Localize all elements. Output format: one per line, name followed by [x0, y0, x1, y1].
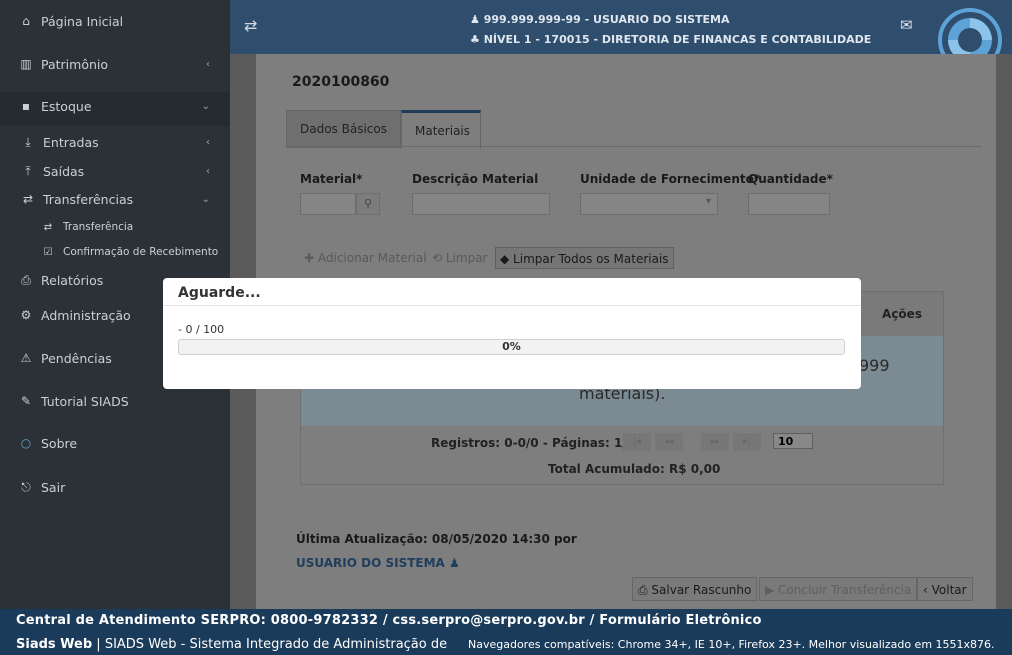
exchange-icon: ⇄ — [22, 192, 34, 206]
sidebar-item-transferencias[interactable]: ⇄ Transferências ⌄ — [0, 186, 230, 212]
user-info: ♟ 999.999.999-99 - USUARIO DO SISTEMA ♣ … — [470, 10, 871, 50]
salvar-rascunho-button[interactable]: ⎙ Salvar Rascunho — [632, 577, 758, 601]
transfer-number: 2020100860 — [292, 74, 390, 90]
sidebar-item-label: Patrimônio — [41, 56, 109, 72]
mail-icon[interactable]: ✉ — [900, 16, 913, 34]
sidebar-item-label: Confirmação de Recebimento — [63, 246, 219, 258]
footer-compat: Navegadores compatíveis: Chrome 34+, IE … — [468, 638, 995, 651]
tab-materiais[interactable]: Materiais — [401, 110, 481, 149]
home-icon: ⌂ — [22, 14, 30, 28]
tab-dados-basicos[interactable]: Dados Básicos — [286, 110, 401, 148]
modal-divider — [163, 305, 861, 306]
chevron-down-icon: ⌄ — [201, 100, 210, 112]
sign-out-icon: ⎋ — [21, 479, 31, 494]
sidebar-item-label: Tutorial SIADS — [41, 393, 129, 409]
sidebar-item-label: Transferências — [43, 191, 134, 207]
last-update: Última Atualização: 08/05/2020 14:30 por — [296, 532, 577, 546]
sidebar-item-confirmacao[interactable]: ☑ Confirmação de Recebimento — [0, 239, 230, 265]
sidebar-item-sobre[interactable]: ○ Sobre — [0, 430, 230, 456]
search-icon[interactable]: ⚲ — [356, 193, 380, 215]
unidade-label: Unidade de Fornecimento* — [580, 172, 761, 186]
progress-count: - 0 / 100 — [178, 323, 225, 336]
sidebar-item-label: Estoque — [41, 98, 92, 114]
empty-message-text: 999 — [859, 356, 890, 375]
pager-last-button[interactable]: ▸| — [733, 433, 761, 451]
topbar: ⇄ ♟ 999.999.999-99 - USUARIO DO SISTEMA … — [230, 0, 1012, 72]
warning-icon: ⚠ — [20, 351, 32, 365]
sidebar-item-label: Saídas — [43, 163, 85, 179]
col-header-acoes: Ações — [861, 292, 943, 336]
material-input[interactable] — [300, 193, 356, 215]
truck-out-icon: ⤒ — [25, 163, 31, 178]
footer-brand: Siads Web — [16, 637, 93, 652]
sidebar-item-estoque[interactable]: ▪ Estoque ⌄ — [0, 93, 230, 119]
sidebar-item-entradas[interactable]: ⤓ Entradas ‹ — [0, 129, 230, 155]
archive-icon: ▪ — [21, 99, 31, 113]
sidebar-item-label: Administração — [41, 307, 131, 323]
pager-first-button[interactable]: |◂ — [623, 433, 651, 451]
footer: Central de Atendimento SERPRO: 0800-9782… — [0, 609, 1012, 655]
sidebar-item-patrimonio[interactable]: ▥ Patrimônio ‹ — [0, 51, 230, 77]
last-update-user-link[interactable]: USUARIO DO SISTEMA ♟ — [296, 556, 460, 570]
sidebar-toggle-icon[interactable]: ⇄ — [244, 16, 257, 35]
sidebar-item-saidas[interactable]: ⤒ Saídas ‹ — [0, 158, 230, 184]
sidebar-item-label: Pendências — [41, 350, 112, 366]
sidebar-item-label: Transferência — [63, 221, 134, 233]
sitemap-icon: ♣ — [470, 33, 480, 46]
limpar-button[interactable]: ⟲ Limpar — [428, 247, 491, 269]
cogs-icon: ⚙ — [20, 308, 32, 322]
modal-title: Aguarde... — [178, 285, 261, 301]
quantidade-input[interactable] — [748, 193, 830, 215]
voltar-button[interactable]: ‹ Voltar — [917, 577, 973, 601]
sidebar-item-label: Página Inicial — [41, 13, 124, 29]
pager-prev-button[interactable]: ◂◂ — [655, 433, 683, 451]
info-circle-icon: ○ — [20, 436, 32, 450]
chevron-left-icon: ‹ — [206, 165, 210, 177]
pager-info: Registros: 0-0/0 - Páginas: 1/1 — [431, 436, 636, 450]
sidebar-item-label: Sair — [41, 479, 66, 495]
sidebar-item-sair[interactable]: ⎋ Sair — [0, 474, 230, 500]
exchange-small-icon: ⇄ — [43, 221, 53, 233]
material-label: Material* — [300, 172, 363, 186]
total-acumulado: Total Acumulado: R$ 0,00 — [548, 462, 721, 476]
progress-bar: 0% — [178, 339, 845, 355]
footer-system-name: | SIADS Web - Sistema Integrado de Admin… — [92, 637, 448, 652]
progress-bar-label: 0% — [502, 340, 521, 353]
footer-system-line: Siads Web | SIADS Web - Sistema Integrad… — [16, 637, 447, 652]
limpar-todos-button[interactable]: ◆ Limpar Todos os Materiais — [495, 247, 674, 269]
sidebar-item-transferencia[interactable]: ⇄ Transferência — [0, 214, 230, 240]
descricao-input[interactable] — [412, 193, 550, 215]
concluir-transferencia-button[interactable]: ▶ Concluir Transferência — [759, 577, 918, 601]
sidebar-item-tutorial[interactable]: ✎ Tutorial SIADS — [0, 388, 230, 414]
sidebar-item-label: Relatórios — [41, 272, 104, 288]
print-icon: ⎙ — [21, 272, 31, 287]
quantidade-label: Quantidade* — [748, 172, 833, 186]
user-line: 999.999.999-99 - USUARIO DO SISTEMA — [483, 13, 730, 26]
truck-in-icon: ⤓ — [25, 134, 31, 149]
check-square-icon: ☑ — [43, 246, 53, 258]
chevron-down-icon: ⌄ — [201, 193, 210, 205]
page-size-select[interactable]: 10 — [773, 433, 813, 449]
chevron-left-icon: ‹ — [206, 136, 210, 148]
pager-next-button[interactable]: ▸▸ — [701, 433, 729, 451]
tabs-divider — [286, 146, 982, 147]
chevron-left-icon: ‹ — [206, 58, 210, 70]
unidade-select[interactable]: ▾ — [580, 193, 718, 215]
loading-modal: Aguarde... - 0 / 100 0% — [163, 278, 861, 389]
graduation-cap-icon: ✎ — [20, 394, 32, 408]
footer-support-line: Central de Atendimento SERPRO: 0800-9782… — [16, 613, 762, 628]
barcode-icon: ▥ — [20, 57, 32, 71]
chevron-down-icon: ▾ — [705, 196, 711, 207]
level-line: NÍVEL 1 - 170015 - DIRETORIA DE FINANCAS… — [483, 33, 872, 46]
sidebar-item-pagina-inicial[interactable]: ⌂ Página Inicial — [0, 8, 230, 34]
sidebar-item-label: Entradas — [43, 134, 99, 150]
sidebar-item-label: Sobre — [41, 435, 78, 451]
descricao-label: Descrição Material — [412, 172, 539, 186]
user-icon: ♟ — [470, 13, 480, 26]
adicionar-material-button[interactable]: ✚ Adicionar Material — [300, 247, 431, 269]
